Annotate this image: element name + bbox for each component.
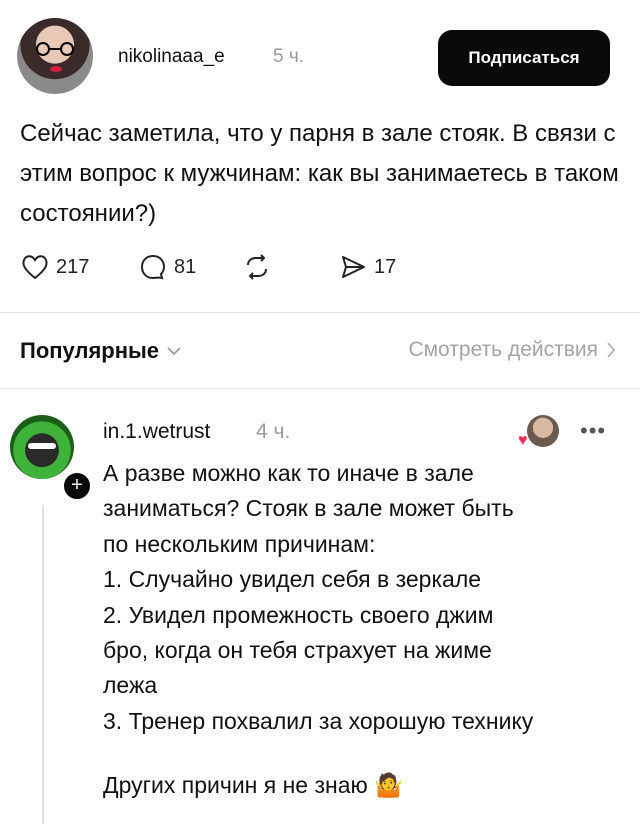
glasses-icon [36, 42, 74, 56]
follow-button[interactable]: Подписаться [438, 30, 610, 86]
divider [0, 388, 640, 389]
view-actions-link[interactable]: Смотреть действия [408, 338, 616, 362]
sort-dropdown[interactable]: Популярные [20, 338, 181, 364]
reply-avatar[interactable] [10, 415, 74, 479]
send-icon [342, 256, 365, 278]
reply-time: 4 ч. [256, 420, 291, 443]
avatar-eyes-detail [28, 443, 56, 449]
reply-line: лежа [103, 672, 158, 699]
comment-icon [140, 254, 166, 280]
like-count: 217 [56, 255, 90, 278]
share-action[interactable]: 17 [338, 250, 396, 284]
more-icon[interactable]: ••• [580, 418, 606, 444]
repost-action[interactable] [242, 250, 272, 284]
reply-text: А разве можно как то иначе в зале занима… [103, 456, 623, 739]
author-avatar[interactable] [17, 18, 93, 94]
reply-line: 3. Тренер похвалил за хорошую технику [103, 707, 534, 734]
comment-count: 81 [174, 255, 197, 278]
reply-line: 1. Случайно увидел себя в зеркале [103, 566, 482, 593]
reply-line: бро, когда он тебя страхует на жиме [103, 637, 492, 664]
reply-closing: Других причин я не знаю 🤷 [103, 772, 403, 798]
divider [0, 312, 640, 313]
heart-icon: ♥ [518, 432, 528, 449]
chevron-right-icon [607, 342, 616, 358]
repost-icon [247, 254, 267, 280]
like-action[interactable]: 217 [20, 250, 89, 284]
share-count: 17 [374, 255, 397, 278]
view-actions-label: Смотреть действия [408, 338, 598, 361]
thread-line [42, 505, 44, 824]
post-actions: 217 81 17 [20, 250, 620, 284]
comment-action[interactable]: 81 [138, 250, 196, 284]
reply-line: А разве можно как то иначе в зале [103, 460, 474, 486]
post-time: 5 ч. [273, 46, 305, 67]
heart-icon [22, 255, 48, 280]
post-text: Сейчас заметила, что у парня в зале стоя… [20, 120, 619, 227]
author-username[interactable]: nikolinaaa_e [118, 46, 225, 68]
lips-detail [50, 66, 62, 72]
sort-label: Популярные [20, 338, 160, 363]
reply-line: заниматься? Стояк в зале может быть [103, 495, 514, 522]
chevron-down-icon [167, 347, 181, 356]
liker-avatar [527, 415, 559, 447]
reply-line: по нескольким причинам: [103, 530, 376, 557]
reply-line: 2. Увидел промежность своего джим [103, 601, 494, 628]
follow-plus-icon[interactable]: + [61, 470, 93, 502]
reply-username[interactable]: in.1.wetrust [103, 420, 210, 444]
